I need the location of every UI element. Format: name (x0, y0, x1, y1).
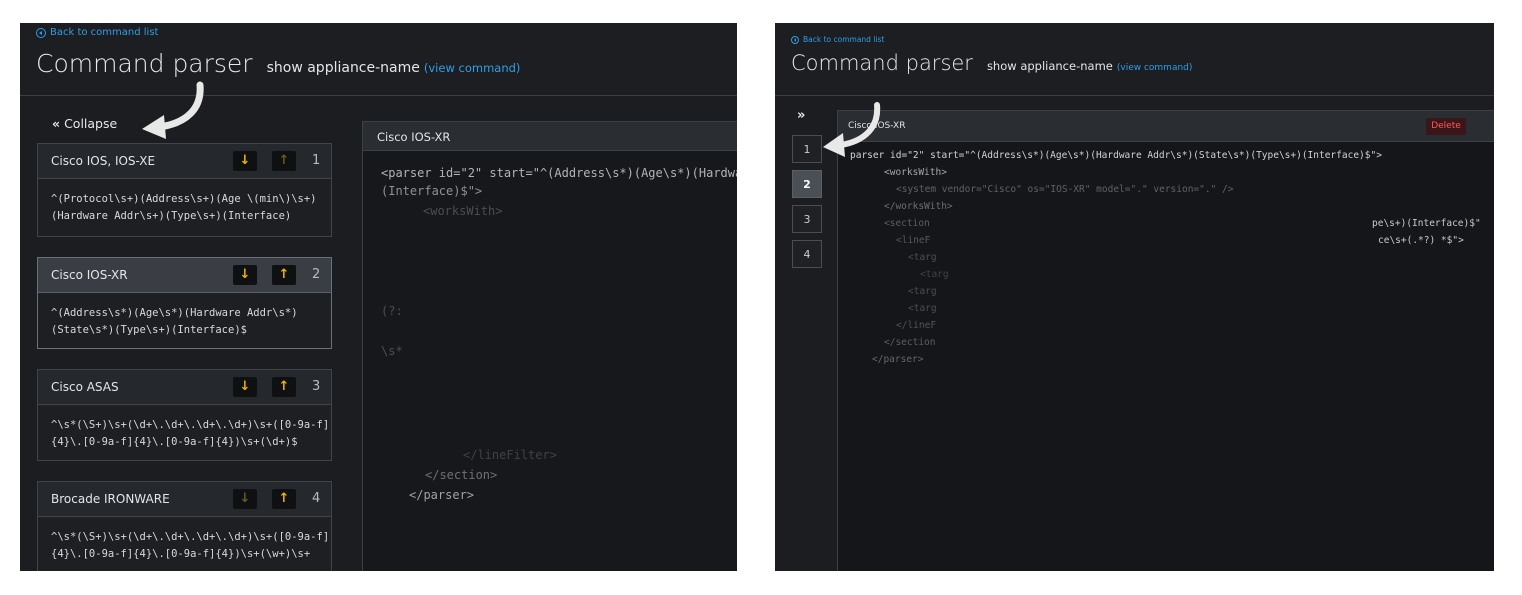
collapse-button[interactable]: « Collapse (52, 116, 117, 131)
back-circle-icon (791, 35, 799, 44)
code-line: <worksWith> (884, 167, 947, 178)
delete-button[interactable]: Delete (1426, 118, 1466, 135)
code-line: </section (884, 337, 936, 348)
code-line: ce\s+(.*?) *$"> (1378, 235, 1464, 246)
annotation-arrow-icon (823, 102, 881, 157)
code-line: <lineF (896, 235, 931, 246)
back-to-command-list-link[interactable]: Back to command list (36, 27, 158, 38)
card-regex: ^\s*(\S+)\s+(\d+\.\d+\.\d+\.\d+)\s+([0-9… (51, 419, 330, 448)
move-up-arrow-icon[interactable]: ↑ (272, 265, 296, 285)
parser-tab-2[interactable]: 2 (792, 170, 822, 198)
page-header: Back to command list Command parser show… (20, 23, 737, 96)
parser-card-1[interactable]: Cisco IOS, IOS-XE ↓ ↑ 1 ^(Protocol\s+)(A… (37, 143, 332, 237)
card-order-number: 2 (312, 267, 321, 282)
code-line: </parser> (409, 488, 475, 502)
title-row: Command parser show appliance-name (view… (36, 49, 520, 78)
card-order-number: 4 (312, 491, 321, 506)
command-name: show appliance-name (986, 59, 1113, 73)
code-line: </lineFilter> (463, 448, 557, 462)
card-order-number: 1 (312, 153, 321, 168)
title-row: Command parser show appliance-name (view… (791, 51, 1192, 75)
card-vendor-name: Cisco ASAS (51, 380, 119, 394)
card-header: Cisco IOS-XR ↓ ↑ 2 (38, 258, 331, 293)
code-line: <targ (908, 303, 937, 314)
parser-tab-3[interactable]: 3 (792, 205, 822, 233)
page-header: Back to command list Command parser show… (775, 23, 1494, 96)
double-chevron-left-icon: « (52, 116, 61, 131)
view-command-link[interactable]: (view command) (424, 61, 521, 75)
code-line: </worksWith> (884, 201, 953, 212)
right-screenshot-panel: Back to command list Command parser show… (775, 23, 1494, 571)
code-line: <targ (908, 286, 937, 297)
editor-header: Cisco IOS-XR (363, 122, 737, 151)
code-line: <section (884, 218, 930, 229)
editor-header: Cisco IOS-XR Delete (838, 111, 1494, 142)
parser-card-3[interactable]: Cisco ASAS ↓ ↑ 3 ^\s*(\S+)\s+(\d+\.\d+\.… (37, 369, 332, 461)
card-header: Brocade IRONWARE ↓ ↑ 4 (38, 482, 331, 517)
move-down-arrow-icon[interactable]: ↓ (233, 151, 257, 171)
card-vendor-name: Cisco IOS-XR (51, 268, 128, 282)
card-vendor-name: Brocade IRONWARE (51, 492, 170, 506)
annotation-arrow-icon (142, 81, 204, 139)
parser-card-2[interactable]: Cisco IOS-XR ↓ ↑ 2 ^(Address\s*)(Age\s*)… (37, 257, 332, 349)
code-line: parser id="2" start="^(Address\s*)(Age\s… (850, 150, 1382, 161)
move-up-arrow-icon[interactable]: ↑ (272, 489, 296, 509)
expand-double-chevron-icon[interactable]: » (797, 108, 805, 123)
code-line: <worksWith> (423, 204, 503, 218)
card-regex: ^(Protocol\s+)(Address\s+)(Age \(min\)\s… (51, 193, 317, 222)
parser-tab-4[interactable]: 4 (792, 240, 822, 268)
code-line: </lineF (896, 320, 937, 331)
move-up-arrow-icon[interactable]: ↑ (272, 151, 296, 171)
parser-editor[interactable]: Cisco IOS-XR <parser id="2" start="^(Add… (362, 121, 737, 571)
view-command-link[interactable]: (view command) (1117, 63, 1193, 73)
page-title: Command parser (36, 49, 253, 78)
code-line: <targ (908, 252, 937, 263)
card-vendor-name: Cisco IOS, IOS-XE (51, 154, 156, 168)
command-name: show appliance-name (266, 60, 420, 76)
parser-card-4[interactable]: Brocade IRONWARE ↓ ↑ 4 ^\s*(\S+)\s+(\d+\… (37, 481, 332, 571)
code-line: <parser id="2" start="^(Address\s*)(Age\… (381, 166, 737, 180)
left-screenshot-panel: Back to command list Command parser show… (20, 23, 737, 571)
code-line: <system vendor="Cisco" os="IOS-XR" model… (896, 184, 1234, 195)
back-to-command-list-link[interactable]: Back to command list (791, 35, 884, 44)
code-line: </parser> (872, 354, 924, 365)
card-header: Cisco IOS, IOS-XE ↓ ↑ 1 (38, 144, 331, 179)
back-circle-icon (36, 27, 46, 38)
card-regex: ^\s*(\S+)\s+(\d+\.\d+\.\d+\.\d+)\s+([0-9… (51, 531, 330, 560)
editor-title: Cisco IOS-XR (377, 130, 451, 144)
move-down-arrow-icon[interactable]: ↓ (233, 265, 257, 285)
code-line: (?: (381, 304, 403, 318)
card-header: Cisco ASAS ↓ ↑ 3 (38, 370, 331, 405)
code-line: </section> (425, 468, 498, 482)
code-line: (Interface)$"> (381, 184, 483, 198)
page-title: Command parser (791, 51, 973, 75)
parser-editor[interactable]: Cisco IOS-XR Delete parser id="2" start=… (837, 110, 1494, 571)
card-regex: ^(Address\s*)(Age\s*)(Hardware Addr\s*) … (51, 307, 298, 336)
code-line: <targ (920, 269, 949, 280)
move-down-arrow-icon[interactable]: ↓ (233, 377, 257, 397)
code-line: \s* (381, 344, 403, 358)
move-down-arrow-icon[interactable]: ↓ (233, 489, 257, 509)
card-order-number: 3 (312, 379, 321, 394)
move-up-arrow-icon[interactable]: ↑ (272, 377, 296, 397)
code-line: pe\s+)(Interface)$" (1372, 218, 1481, 229)
